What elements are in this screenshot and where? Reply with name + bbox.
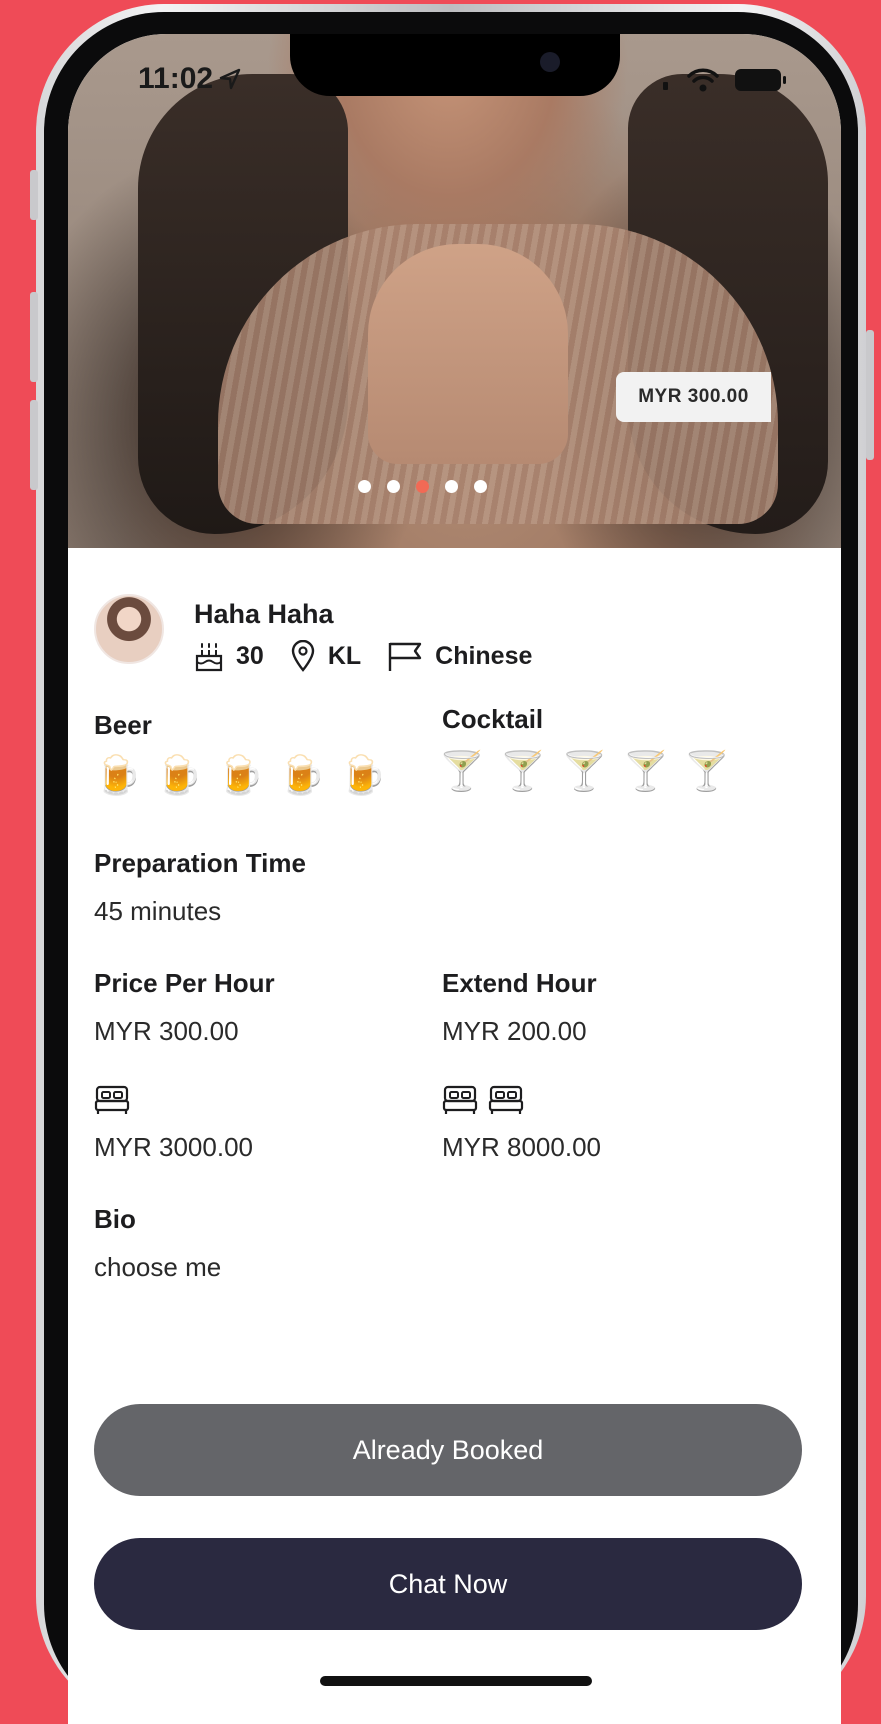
- price-per-hour-value: MYR 300.00: [94, 1016, 239, 1046]
- already-booked-button[interactable]: Already Booked: [94, 1404, 802, 1496]
- double-bed-price: MYR 8000.00: [442, 1132, 601, 1162]
- birthday-cake-icon: [195, 643, 223, 672]
- price-per-hour-label: Price Per Hour: [94, 968, 275, 998]
- carousel-dot[interactable]: [387, 480, 400, 493]
- front-camera: [540, 52, 560, 72]
- bed-icon: [442, 1085, 478, 1114]
- price-badge: MYR 300.00: [616, 372, 771, 422]
- silent-switch: [30, 170, 38, 220]
- status-bar: 11:02: [68, 34, 841, 134]
- carousel-dot[interactable]: [358, 480, 371, 493]
- power-button: [866, 330, 874, 460]
- profile-header: Haha Haha 30 KL Chinese: [94, 594, 558, 672]
- wifi-icon: [687, 68, 719, 92]
- preparation-time-value: 45 minutes: [94, 896, 222, 926]
- battery-icon: [735, 69, 786, 91]
- volume-up-button: [30, 292, 38, 382]
- profile-location: KL: [327, 641, 362, 670]
- beer-icon: 🍺: [339, 755, 387, 797]
- profile-age: 30: [236, 641, 264, 670]
- beer-icon: 🍺: [155, 755, 203, 797]
- carousel-dot[interactable]: [445, 480, 458, 493]
- app-screen: MYR 300.00 11:02 Haha Haha 30 KL Chinese…: [68, 34, 841, 1724]
- cocktail-icon: 🍸: [560, 751, 608, 793]
- bed-icon: [94, 1085, 130, 1114]
- status-time: 11:02: [138, 62, 214, 95]
- home-indicator[interactable]: [320, 1676, 592, 1686]
- flag-icon: [388, 642, 422, 671]
- cocktail-icon: 🍸: [621, 751, 670, 793]
- volume-down-button: [30, 400, 38, 490]
- avatar[interactable]: [94, 594, 164, 664]
- location-arrow-icon: [219, 68, 241, 90]
- profile-ethnicity: Chinese: [435, 641, 533, 670]
- extend-hour-value: MYR 200.00: [442, 1016, 587, 1046]
- profile-meta: 30 KL Chinese: [194, 640, 558, 672]
- bio-text: choose me: [94, 1252, 222, 1282]
- notch: [290, 34, 620, 96]
- carousel-dot[interactable]: [474, 480, 487, 493]
- cocktail-icon: 🍸: [683, 751, 731, 793]
- chat-now-button[interactable]: Chat Now: [94, 1538, 802, 1630]
- bio-label: Bio: [94, 1204, 136, 1234]
- cocktail-rating: 🍸 🍸 🍸 🍸 🍸: [438, 750, 731, 794]
- beer-rating: 🍺 🍺 🍺 🍺 🍺: [94, 754, 387, 798]
- preparation-time-label: Preparation Time: [94, 848, 306, 878]
- beer-icon: 🍺: [94, 755, 142, 797]
- carousel-dot-active[interactable]: [416, 480, 429, 493]
- carousel-indicator[interactable]: [358, 480, 487, 493]
- cellular-signal-icon: [663, 82, 668, 90]
- cocktail-label: Cocktail: [442, 704, 544, 734]
- beer-label: Beer: [94, 710, 152, 740]
- single-bed-price: MYR 3000.00: [94, 1132, 253, 1162]
- cocktail-icon: 🍸: [499, 751, 547, 793]
- extend-hour-label: Extend Hour: [442, 968, 597, 998]
- beer-icon: 🍺: [216, 755, 264, 797]
- cocktail-icon: 🍸: [438, 751, 486, 793]
- bed-icon: [488, 1085, 524, 1114]
- beer-icon: 🍺: [277, 755, 326, 797]
- location-pin-icon: [291, 640, 315, 672]
- profile-name: Haha Haha: [194, 599, 334, 629]
